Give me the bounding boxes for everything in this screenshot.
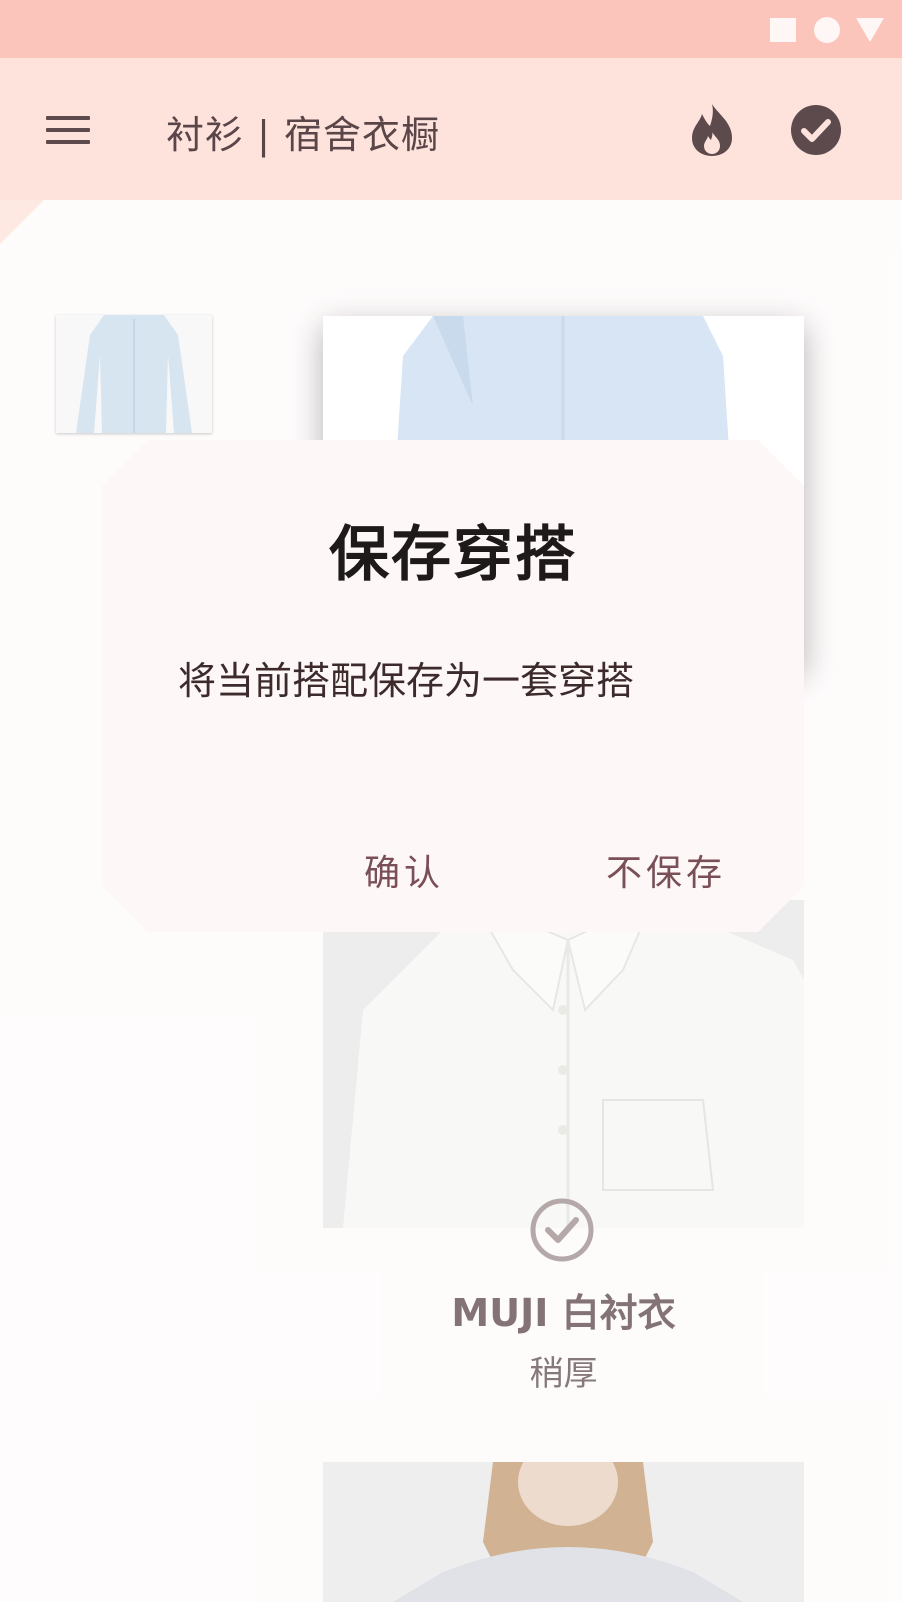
dialog-message: 将当前搭配保存为一套穿搭 xyxy=(178,659,635,703)
recent-apps-icon xyxy=(770,18,796,42)
dialog-title: 保存穿搭 xyxy=(329,520,577,590)
app-bar xyxy=(0,58,902,200)
home-icon xyxy=(814,17,840,43)
back-icon xyxy=(856,18,884,42)
status-bar xyxy=(0,0,902,58)
save-outfit-dialog: 保存穿搭 将当前搭配保存为一套穿搭 确认 不保存 xyxy=(102,440,804,932)
hamburger-menu-icon[interactable] xyxy=(44,112,92,148)
check-circle-icon[interactable] xyxy=(790,104,842,156)
confirm-button[interactable]: 确认 xyxy=(364,844,444,896)
fire-icon[interactable] xyxy=(688,102,736,158)
dont-save-button[interactable]: 不保存 xyxy=(606,844,726,896)
page-title: 衬衫 | 宿舍衣橱 xyxy=(166,113,440,157)
